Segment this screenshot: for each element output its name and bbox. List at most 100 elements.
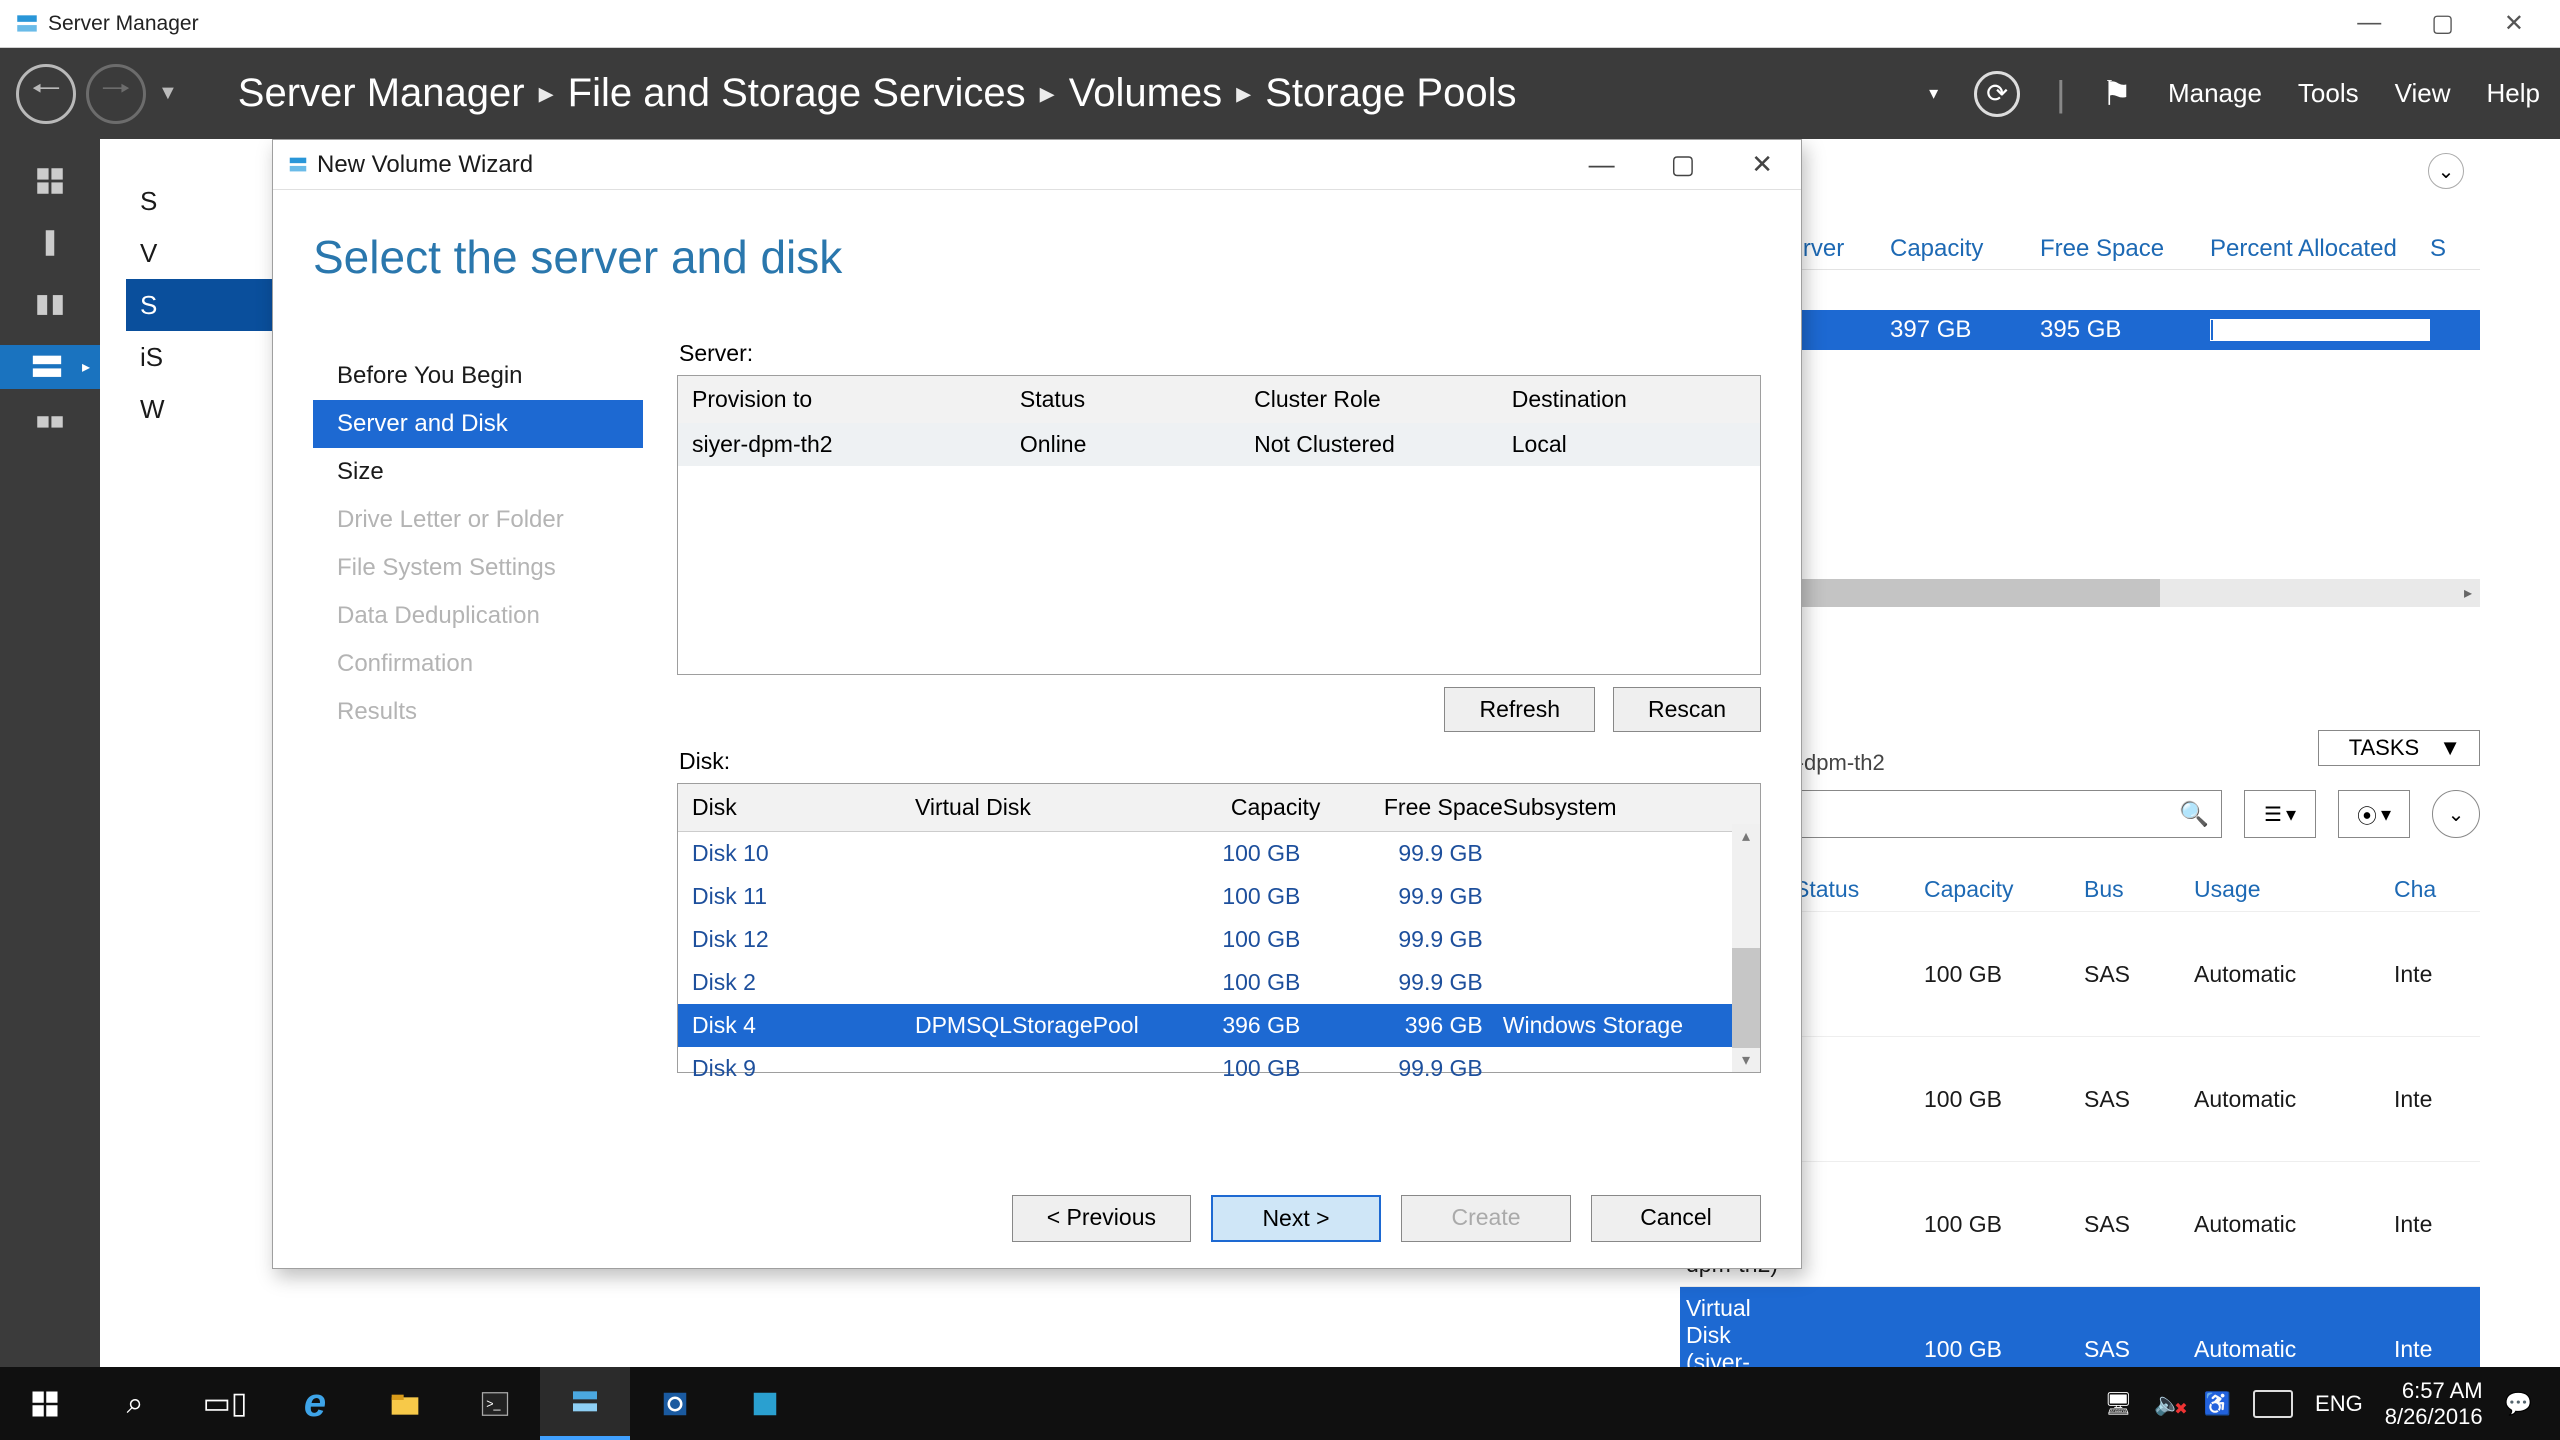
vd-col-usage[interactable]: Usage [2194,876,2394,903]
sh-role[interactable]: Cluster Role [1254,386,1512,413]
crumb-3[interactable]: Storage Pools [1265,71,1516,116]
disk-sub: Windows Storage [1503,1012,1746,1039]
tray-date: 8/26/2016 [2385,1404,2483,1430]
wizard-step[interactable]: Server and Disk [313,400,643,448]
ie-icon[interactable]: e [270,1367,360,1440]
scroll-down-icon[interactable]: ▾ [1732,1048,1760,1072]
menu-help[interactable]: Help [2487,78,2540,109]
close-button[interactable]: ✕ [2504,9,2524,38]
scroll-thumb[interactable] [1732,948,1760,1048]
menu-tools[interactable]: Tools [2298,78,2359,109]
wizard-minimize[interactable]: — [1589,149,1615,180]
refresh-icon[interactable]: ⟳ [1974,71,2020,117]
dh-sub[interactable]: Subsystem [1503,794,1746,821]
crumb-0[interactable]: Server Manager [238,71,525,116]
search-button[interactable]: ⌕ [90,1367,180,1440]
breadcrumb: Server Manager ▸ File and Storage Servic… [238,71,1517,116]
dh-free[interactable]: Free Space [1320,794,1502,821]
scroll-up-icon[interactable]: ▴ [1732,824,1760,848]
disk-row[interactable]: Disk 11100 GB99.9 GB [678,875,1760,918]
wizard-step[interactable]: Before You Begin [313,352,643,400]
scope-dropdown-icon[interactable]: ▾ [1929,83,1938,104]
rail-dashboard-icon[interactable] [27,159,73,203]
collapse-icon[interactable]: ⌄ [2428,153,2464,189]
explorer-icon[interactable] [360,1367,450,1440]
disk-grid[interactable]: Disk Virtual Disk Capacity Free Space Su… [677,783,1761,1073]
disk-label: Disk: [679,748,1761,775]
cmd-icon[interactable]: >_ [450,1367,540,1440]
minimize-button[interactable]: — [2357,9,2381,38]
tray-notifications-icon[interactable]: 💬 [2505,1391,2532,1417]
start-button[interactable] [0,1367,90,1440]
col-percent[interactable]: Percent Allocated [2210,235,2430,263]
sh-status[interactable]: Status [1020,386,1254,413]
disk-row[interactable]: Disk 9100 GB99.9 GB [678,1047,1760,1082]
disk-name: Disk 11 [692,883,915,910]
wizard-step[interactable]: Size [313,448,643,496]
taskview-button[interactable]: ▭▯ [180,1367,270,1440]
tray-volume-icon[interactable]: 🔈✖ [2154,1391,2181,1417]
server-manager-task-icon[interactable] [540,1367,630,1440]
notifications-flag-icon[interactable]: ⚑ [2101,74,2131,114]
disk-row[interactable]: Disk 10100 GB99.9 GB [678,832,1760,875]
disk-sub [1503,840,1746,867]
tray-lang[interactable]: ENG [2315,1391,2363,1417]
col-free[interactable]: Free Space [2040,235,2210,263]
forward-button[interactable]: 🠒 [86,64,146,124]
vdisk-row[interactable]: Virtual Disk (siyer-dpm-th2)100 GBSASAut… [1680,1286,2480,1367]
vdisk-bus: SAS [2084,961,2194,988]
chevron-right-icon: ▸ [1236,76,1251,111]
task-app3-icon[interactable] [720,1367,810,1440]
tray-access-icon[interactable]: ♿ [2204,1391,2231,1417]
crumb-1[interactable]: File and Storage Services [568,71,1026,116]
rescan-button[interactable]: Rescan [1613,687,1761,732]
nav-dropdown-icon[interactable]: ▼ [158,82,178,105]
tray-network-icon[interactable]: 🖥 [2104,1391,2132,1417]
filter-dropdown[interactable]: ⦿▾ [2338,790,2410,838]
wizard-close[interactable]: ✕ [1751,149,1773,180]
vd-col-capacity[interactable]: Capacity [1924,876,2084,903]
disk-row[interactable]: Disk 4DPMSQLStoragePool396 GB396 GBWindo… [678,1004,1760,1047]
view-mode-dropdown[interactable]: ☰▾ [2244,790,2316,838]
disk-row[interactable]: Disk 2100 GB99.9 GB [678,961,1760,1004]
menu-view[interactable]: View [2395,78,2451,109]
refresh-button[interactable]: Refresh [1444,687,1595,732]
menu-manage[interactable]: Manage [2168,78,2262,109]
tasks-dropdown[interactable]: TASKS ▼ [2318,730,2480,766]
tray-clock[interactable]: 6:57 AM 8/26/2016 [2385,1378,2483,1430]
sh-provision[interactable]: Provision to [692,386,1020,413]
chevron-right-icon: ▸ [1040,76,1055,111]
dh-cap[interactable]: Capacity [1158,794,1320,821]
dh-disk[interactable]: Disk [692,794,915,821]
col-s[interactable]: S [2430,235,2470,263]
tray-keyboard-icon[interactable] [2253,1390,2293,1418]
rail-local-server-icon[interactable] [27,221,73,265]
disk-row[interactable]: Disk 12100 GB99.9 GB [678,918,1760,961]
vdisk-suffix: Inte [2394,1336,2474,1363]
crumb-2[interactable]: Volumes [1069,71,1222,116]
vd-col-cha[interactable]: Cha [2394,876,2474,903]
sh-dest[interactable]: Destination [1512,386,1746,413]
disk-sub [1503,1055,1746,1082]
disk-scrollbar[interactable]: ▴ ▾ [1732,824,1760,1072]
vd-col-status[interactable]: Status [1794,876,1924,903]
task-app2-icon[interactable] [630,1367,720,1440]
create-button[interactable]: Create [1401,1195,1571,1242]
wizard-maximize[interactable]: ▢ [1671,149,1696,180]
expand-icon[interactable]: ⌄ [2432,790,2480,838]
vdisk-cap: 100 GB [1924,1086,2084,1113]
dh-vdisk[interactable]: Virtual Disk [915,794,1158,821]
vd-col-bus[interactable]: Bus [2084,876,2194,903]
tray-time: 6:57 AM [2385,1378,2483,1404]
next-button[interactable]: Next > [1211,1195,1381,1242]
col-capacity[interactable]: Capacity [1890,235,2040,263]
previous-button[interactable]: < Previous [1012,1195,1191,1242]
cancel-button[interactable]: Cancel [1591,1195,1761,1242]
rail-more-icon[interactable] [27,407,73,451]
rail-file-storage-icon[interactable] [0,345,100,389]
server-grid[interactable]: Provision to Status Cluster Role Destina… [677,375,1761,675]
back-button[interactable]: 🠐 [16,64,76,124]
rail-all-servers-icon[interactable] [27,283,73,327]
maximize-button[interactable]: ▢ [2431,9,2454,38]
server-row[interactable]: siyer-dpm-th2 Online Not Clustered Local [678,423,1760,466]
